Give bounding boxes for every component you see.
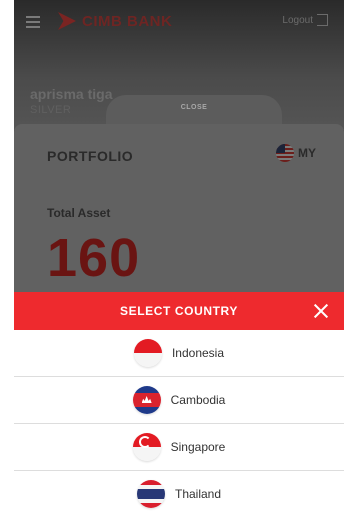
logout-button[interactable]: Logout <box>282 14 328 26</box>
close-icon[interactable] <box>308 298 334 324</box>
country-item-cambodia[interactable]: Cambodia <box>14 377 344 424</box>
country-switch[interactable]: MY <box>276 144 316 162</box>
portfolio-card: PORTFOLIO MY Total Asset 160 <box>14 124 344 300</box>
user-name: aprisma tiga <box>30 86 113 102</box>
flag-thailand-icon <box>136 480 165 508</box>
country-name: Singapore <box>170 440 226 454</box>
flag-indonesia-icon <box>133 339 162 367</box>
sheet-header: SELECT COUNTRY <box>14 292 344 330</box>
country-item-thailand[interactable]: Thailand <box>14 471 344 517</box>
total-asset-label: Total Asset <box>47 206 111 220</box>
brand-name: CIMB BANK <box>82 12 173 30</box>
country-name: Cambodia <box>170 393 226 407</box>
flag-cambodia-icon <box>132 386 161 414</box>
hamburger-menu-icon[interactable] <box>26 16 40 28</box>
country-name: Indonesia <box>171 346 225 360</box>
user-subtitle: SILVER <box>30 104 72 116</box>
country-name: Thailand <box>174 487 222 501</box>
logout-icon <box>317 14 328 26</box>
select-country-sheet: SELECT COUNTRY Indonesia Cambodia Singap… <box>14 292 344 511</box>
logout-label: Logout <box>282 14 313 26</box>
brand-logo: CIMB BANK <box>58 12 172 30</box>
flag-malaysia-icon <box>276 144 294 162</box>
portfolio-title: PORTFOLIO <box>47 148 134 164</box>
app-background: CIMB BANK Logout aprisma tiga SILVER CLO… <box>14 0 344 300</box>
flag-singapore-icon <box>132 433 161 461</box>
total-asset-value: 160 <box>47 228 141 288</box>
cimb-logo-icon <box>58 12 76 30</box>
country-item-singapore[interactable]: Singapore <box>14 424 344 471</box>
country-list: Indonesia Cambodia Singapore Thailand <box>14 330 344 517</box>
sheet-title: SELECT COUNTRY <box>120 304 238 318</box>
country-code-label: MY <box>298 146 316 160</box>
country-item-indonesia[interactable]: Indonesia <box>14 330 344 377</box>
